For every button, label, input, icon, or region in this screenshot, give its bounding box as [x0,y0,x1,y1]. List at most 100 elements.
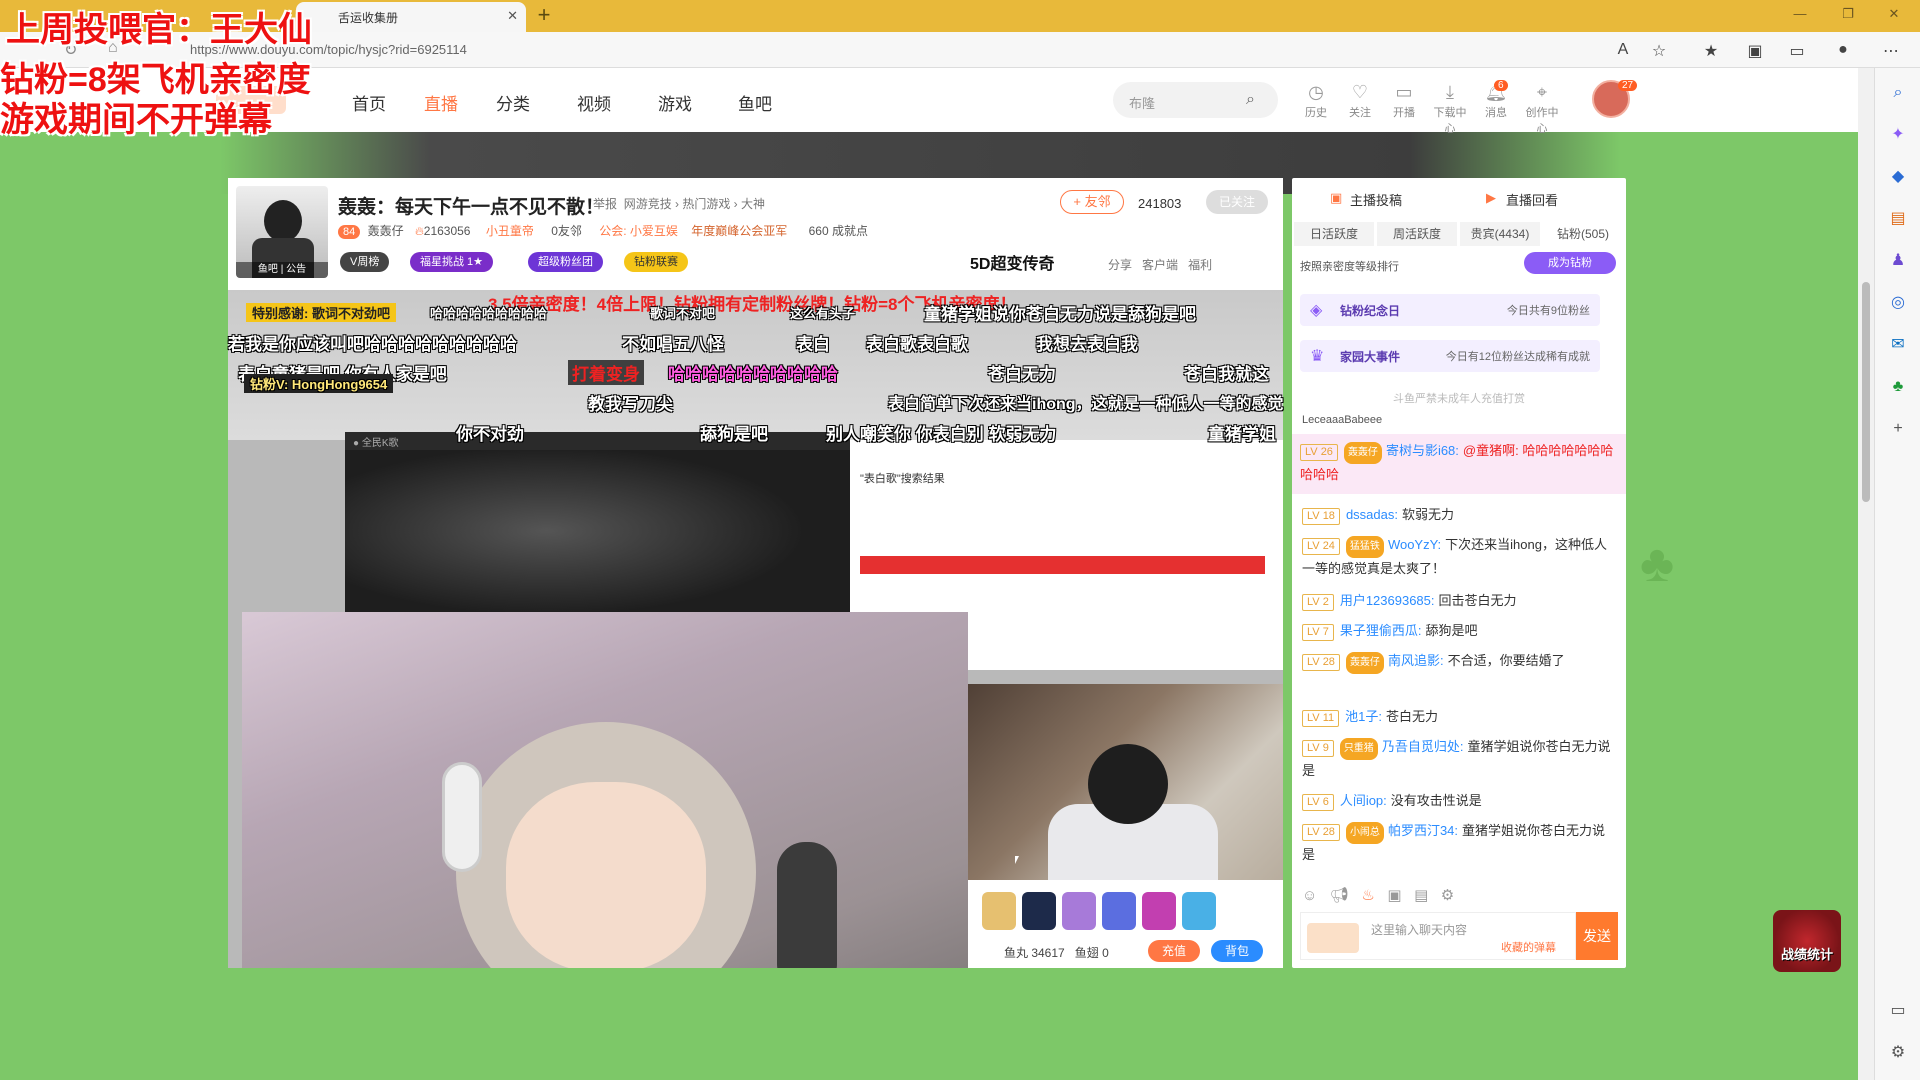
guild-label[interactable]: 公会: 小爱互娱 [599,224,678,238]
streamer-posts-tab[interactable]: 主播投稿 [1350,190,1402,209]
danmaku: 表白简单下次还来当ihong，这就是一种低人一等的感觉 [888,396,1284,413]
diamond-league-pill[interactable]: 钻粉联赛 [624,252,688,272]
close-window-icon[interactable]: ✕ [1880,6,1908,22]
gift-icon[interactable]: ▤ [1414,887,1428,904]
ad-banner[interactable]: 5D超变传奇 [970,250,1054,274]
gift-item[interactable] [1062,892,1096,930]
nav-category[interactable]: 分类 [496,90,530,115]
settings-icon[interactable]: ⚙ [1887,1042,1909,1064]
streamer-meta-row: 84 轰轰仔 🔥︎2163056 小丑童帝 0友邻 公会: 小爱互娱 年度巅峰公… [338,222,868,239]
tag-icon[interactable]: ◆ [1887,166,1909,188]
guild-award: 年度巅峰公会亚军 [691,224,788,238]
streamer-name[interactable]: 轰轰仔 [368,224,404,238]
sidebar-icon[interactable]: ▭ [1786,41,1808,61]
restore-icon[interactable]: ❐ [1834,6,1862,22]
copilot-icon[interactable]: ✦ [1887,124,1909,146]
pin-icon: ⌖ [1536,82,1548,102]
tab-diamond[interactable]: 钻粉(505) [1543,222,1623,246]
browser-sidebar: ⌕ ✦ ◆ ▤ ♟ ◎ ✉ ♣ + ▭ ⚙ [1874,68,1920,1080]
send-button[interactable]: 发送 [1576,912,1618,960]
settings-icon[interactable]: ⚙ [1441,887,1454,904]
tab-vip[interactable]: 贵宾(4434) [1460,222,1540,246]
rank-first-user[interactable]: LeceaaaBabeee [1302,414,1382,426]
profile-icon[interactable]: ● [1832,41,1854,59]
emoji-icon[interactable]: ☺ [1302,887,1317,904]
weekly-rank-pill[interactable]: V周榜 [340,252,390,272]
office-icon[interactable]: ◎ [1887,292,1909,314]
favorite-add-icon[interactable]: ☆ [1648,41,1670,61]
report-link[interactable]: 举报 [593,197,617,211]
creator-button[interactable]: ⌖ 创作中心 [1522,82,1562,136]
bag-button[interactable]: 背包 [1211,940,1263,962]
scrollbar[interactable] [1858,68,1874,1080]
nav-game[interactable]: 游戏 [658,90,692,115]
chat-message: LV 24 猛猛铁 WooYzY: 下次还来当ihong，这种低人一等的感觉真是太爽了… [1302,536,1607,576]
followed-button[interactable]: 已关注 [1206,190,1268,214]
become-diamond-button[interactable]: 成为钻粉 [1524,252,1616,274]
crown-icon: ♛ [1310,348,1325,365]
browser-tab[interactable]: 舌运收集册 ✕ [296,2,526,32]
level-badge: 84 [338,225,361,239]
new-tab-icon[interactable]: + [532,4,556,28]
nav-video[interactable]: 视频 [577,90,611,115]
badge-icon[interactable]: ▣ [1387,887,1401,904]
share-button[interactable]: 分享 [1108,258,1132,272]
follow-button[interactable]: ♡ 关注 [1340,82,1380,120]
read-aloud-icon[interactable]: A [1612,41,1634,59]
megaphone-icon[interactable]: 📢︎ [1330,887,1349,904]
welfare-button[interactable]: 福利 [1188,258,1212,272]
streamer-camera [968,684,1283,884]
diamond-icon: ◈ [1310,302,1323,319]
chat-message: LV 2 用户123693685: 回击苍白无力 [1302,590,1618,612]
streamer-posts-icon: ▣ [1330,190,1343,205]
gift-item[interactable] [1182,892,1216,930]
tag-label[interactable]: 小丑童帝 [486,224,534,238]
super-fan-pill[interactable]: 超级粉丝团 [528,252,603,272]
add-icon[interactable]: + [1887,418,1909,440]
battle-stats-button[interactable]: 战绩统计 [1773,910,1841,972]
minor-notice: 斗鱼严禁未成年人充值打赏 [1393,393,1525,405]
gift-item[interactable] [1022,892,1056,930]
danmaku: 童猪学姐说你苍白无力说是舔狗是吧 [924,305,1196,324]
favorite-danmaku-button[interactable]: 收藏的弹幕 [1501,939,1556,955]
home-event-card[interactable]: ♛ 家园大事件 今日有12位粉丝达成稀有成就 [1300,340,1600,372]
fan-anniversary-card[interactable]: ◈ 钻粉纪念日 今日共有9位粉丝 [1300,294,1600,326]
danmaku: 歌词不对吧 [650,306,716,321]
highlighted-row [860,556,1265,574]
chat-input[interactable]: 这里输入聊天内容 收藏的弹幕 [1300,912,1576,960]
charge-button[interactable]: 充值 [1148,940,1200,962]
download-button[interactable]: ⤓ 下载中心 [1430,82,1470,136]
camera-icon: ▭ [1395,82,1413,102]
outlook-icon[interactable]: ✉ [1887,334,1909,356]
chat-message: LV 18 dssadas: 软弱无力 [1302,504,1618,526]
start-live-button[interactable]: ▭ 开播 [1384,82,1424,120]
nav-live[interactable]: 直播 [424,90,458,115]
history-button[interactable]: ◷ 历史 [1296,82,1336,120]
layout-icon[interactable]: ▭ [1887,1000,1909,1022]
gift-item[interactable] [982,892,1016,930]
scrollbar-thumb[interactable] [1862,282,1870,502]
rank-label: 按照亲密度等级排行 [1300,261,1399,273]
more-icon[interactable]: ⋯ [1880,41,1902,61]
favorites-icon[interactable]: ★ [1700,41,1722,61]
nav-yuba[interactable]: 鱼吧 [738,90,772,115]
minimize-icon[interactable]: — [1786,6,1814,21]
gift-item[interactable] [1102,892,1136,930]
tools-icon[interactable]: ▤ [1887,208,1909,230]
replay-tab[interactable]: 直播回看 [1506,190,1558,209]
collections-icon[interactable]: ▣ [1744,41,1766,61]
fan-icon[interactable]: ♨ [1361,887,1374,904]
client-button[interactable]: 客户端 [1142,258,1178,272]
nav-home[interactable]: 首页 [352,90,386,115]
tree-icon[interactable]: ♣ [1887,376,1909,398]
close-icon[interactable]: ✕ [507,8,518,24]
search-icon[interactable]: ⌕ [1887,82,1909,104]
tab-weekly[interactable]: 周活跃度 [1377,222,1457,246]
gift-item[interactable] [1142,892,1176,930]
games-icon[interactable]: ♟ [1887,250,1909,272]
follow-button[interactable]: + 友邻 [1060,190,1124,214]
tab-daily[interactable]: 日活跃度 [1294,222,1374,246]
lucky-challenge-pill[interactable]: 福星挑战 1★ [410,252,494,272]
search-icon[interactable]: ⌕ [1246,91,1255,109]
streamer-thumbnail[interactable]: 鱼吧 | 公告 [236,186,328,278]
